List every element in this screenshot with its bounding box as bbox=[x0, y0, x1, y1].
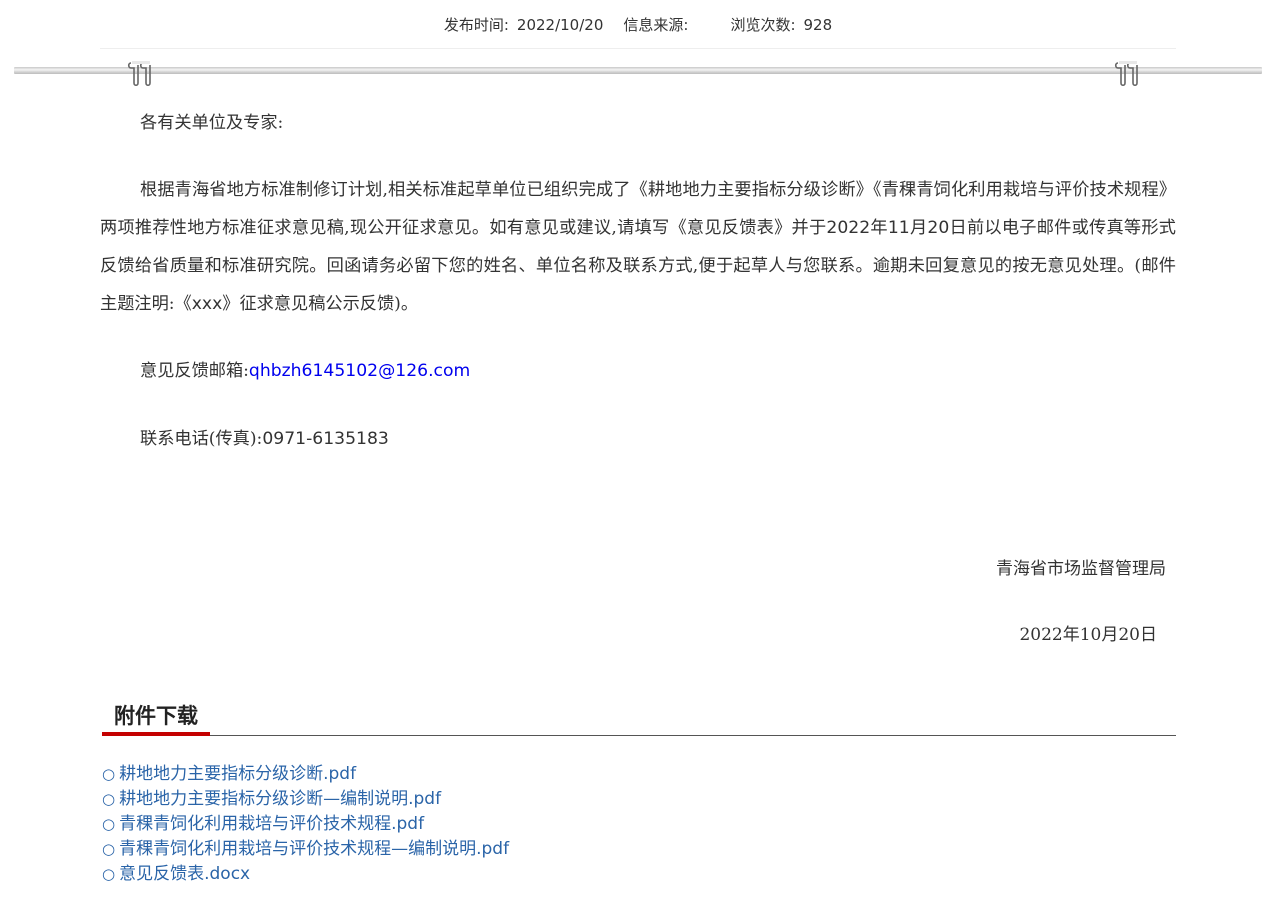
feedback-email-label: 意见反馈邮箱: bbox=[140, 361, 249, 381]
attachments-title: 附件下载 bbox=[102, 700, 210, 736]
attachment-link[interactable]: 意见反馈表.docx bbox=[119, 864, 250, 884]
deadline-year: 2022 bbox=[826, 218, 871, 238]
deadline-month: 11 bbox=[887, 218, 910, 238]
view-count-label: 浏览次数: bbox=[730, 15, 796, 34]
paper-clip-icon bbox=[1114, 61, 1138, 87]
article-body: 各有关单位及专家: 根据青海省地方标准制修订计划,相关标准起草单位已组织完成了《… bbox=[100, 104, 1176, 488]
deadline-year-unit: 年 bbox=[870, 218, 888, 238]
attachments-list: ○ 耕地地力主要指标分级诊断.pdf ○ 耕地地力主要指标分级诊断—编制说明.pdf… bbox=[102, 762, 509, 887]
circle-bullet-icon: ○ bbox=[102, 765, 116, 783]
salutation: 各有关单位及专家: bbox=[140, 113, 284, 133]
attachment-item: ○ 意见反馈表.docx bbox=[102, 862, 509, 887]
feedback-email-line: 意见反馈邮箱:qhbzh6145102@126.com bbox=[100, 352, 1176, 390]
attachment-item: ○ 青稞青饲化利用栽培与评价技术规程—编制说明.pdf bbox=[102, 837, 509, 862]
issue-date: 2022年10月20日 bbox=[1019, 625, 1157, 645]
subject-placeholder: xxx bbox=[191, 294, 223, 314]
contact-phone-line: 联系电话(传真):0971-6135183 bbox=[100, 420, 1176, 458]
decorative-divider bbox=[14, 67, 1262, 74]
attachment-link[interactable]: 青稞青饲化利用栽培与评价技术规程.pdf bbox=[119, 814, 424, 834]
attachment-link[interactable]: 耕地地力主要指标分级诊断.pdf bbox=[119, 764, 356, 784]
notice-text-part3: 》征求意见稿公示反馈)。 bbox=[222, 294, 419, 314]
contact-phone-label: 联系电话(传真): bbox=[140, 429, 263, 449]
publish-time: 发布时间: 2022/10/20 bbox=[444, 14, 604, 35]
article-meta-bar: 发布时间: 2022/10/20 信息来源: 浏览次数: 928 bbox=[100, 0, 1176, 49]
circle-bullet-icon: ○ bbox=[102, 790, 116, 808]
publish-time-value: 2022/10/20 bbox=[516, 15, 604, 34]
notice-paragraph: 根据青海省地方标准制修订计划,相关标准起草单位已组织完成了《耕地地力主要指标分级… bbox=[100, 171, 1176, 323]
issuer-signature: 青海省市场监督管理局 bbox=[996, 559, 1166, 579]
info-source: 信息来源: bbox=[623, 14, 710, 35]
contact-phone-value: 0971-6135183 bbox=[262, 429, 389, 449]
view-count-value: 928 bbox=[803, 15, 833, 34]
feedback-email-link[interactable]: qhbzh6145102@126.com bbox=[249, 361, 470, 381]
attachment-link[interactable]: 青稞青饲化利用栽培与评价技术规程—编制说明.pdf bbox=[119, 839, 509, 859]
view-count: 浏览次数: 928 bbox=[730, 14, 832, 35]
deadline-month-unit: 月 bbox=[909, 218, 928, 238]
deadline-day: 20 bbox=[927, 218, 950, 238]
attachment-link[interactable]: 耕地地力主要指标分级诊断—编制说明.pdf bbox=[119, 789, 441, 809]
info-source-label: 信息来源: bbox=[623, 15, 689, 34]
circle-bullet-icon: ○ bbox=[102, 815, 116, 833]
circle-bullet-icon: ○ bbox=[102, 840, 116, 858]
attachment-item: ○ 耕地地力主要指标分级诊断—编制说明.pdf bbox=[102, 787, 509, 812]
paper-clip-icon bbox=[127, 61, 151, 87]
attachment-item: ○ 耕地地力主要指标分级诊断.pdf bbox=[102, 762, 509, 787]
circle-bullet-icon: ○ bbox=[102, 865, 116, 883]
attachments-header: 附件下载 bbox=[102, 700, 1176, 736]
attachment-item: ○ 青稞青饲化利用栽培与评价技术规程.pdf bbox=[102, 812, 509, 837]
publish-time-label: 发布时间: bbox=[443, 15, 509, 34]
